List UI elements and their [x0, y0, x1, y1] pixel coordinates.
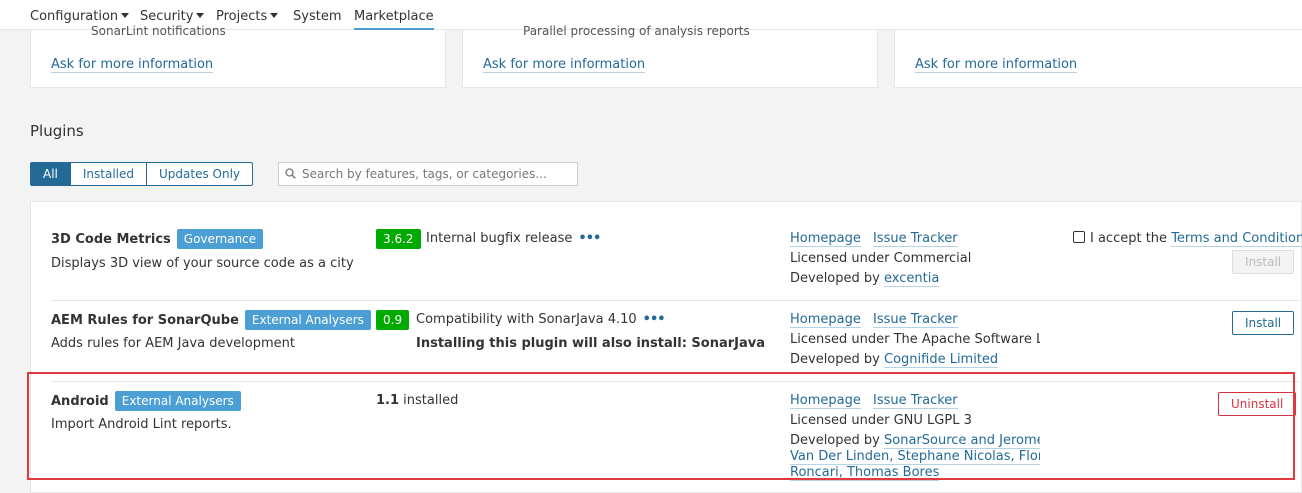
license-text: Licensed under The Apache Software Lic..… — [790, 332, 1040, 347]
plugin-filter-tabs: All Installed Updates Only — [30, 162, 254, 186]
terms-prefix: I accept the — [1090, 231, 1168, 246]
nav-label: Marketplace — [354, 9, 434, 24]
plugin-name-row: AEM Rules for SonarQube External Analyser… — [51, 310, 371, 330]
homepage-link[interactable]: Homepage — [790, 312, 861, 328]
more-icon[interactable]: ••• — [578, 231, 601, 246]
accept-terms-checkbox[interactable] — [1073, 231, 1085, 243]
install-button[interactable]: Install — [1232, 311, 1295, 335]
ask-for-more-information-link[interactable]: Ask for more information — [915, 57, 1078, 73]
plugin-name: 3D Code Metrics — [51, 232, 171, 247]
ask-for-more-information-link[interactable]: Ask for more information — [51, 57, 214, 73]
version-badge: 3.6.2 — [376, 229, 421, 249]
nav-system[interactable]: System — [293, 9, 341, 25]
release-note-text: Compatibility with SonarJava 4.10 — [416, 312, 637, 327]
nav-label: System — [293, 9, 342, 24]
install-dependency-note: Installing this plugin will also install… — [416, 336, 766, 351]
issue-tracker-link[interactable]: Issue Tracker — [873, 312, 958, 328]
plugin-row: 3D Code Metrics Governance Displays 3D vi… — [31, 202, 1302, 300]
developed-by: Developed by Cognifide Limited — [790, 352, 1040, 372]
version-badge: 0.9 — [376, 310, 410, 330]
developed-by-prefix: Developed by — [790, 271, 880, 286]
plugin-description: Adds rules for AEM Java development — [51, 336, 295, 351]
tab-all[interactable]: All — [30, 162, 71, 186]
developer-link[interactable]: excentia — [884, 271, 940, 287]
search-input[interactable] — [302, 165, 572, 183]
caret-down-icon — [270, 13, 279, 18]
plugin-row: AEM Rules for SonarQube External Analyser… — [31, 301, 1302, 381]
category-badge[interactable]: External Analysers — [244, 310, 371, 330]
plugin-meta: Homepage Issue Tracker Licensed under Th… — [790, 312, 1040, 372]
tab-updates-only[interactable]: Updates Only — [146, 162, 254, 186]
plugins-title: Plugins — [30, 122, 84, 140]
feature-text: SonarLint notifications — [91, 24, 226, 38]
terms-acceptance: I accept the Terms and Conditions — [1073, 231, 1302, 247]
caret-down-icon — [121, 13, 130, 18]
plugin-meta: Homepage Issue Tracker Licensed under Co… — [790, 231, 1040, 291]
developer-link[interactable]: Cognifide Limited — [884, 352, 999, 368]
category-badge[interactable]: Governance — [176, 229, 264, 249]
nav-security[interactable]: Security — [140, 9, 205, 25]
install-button[interactable]: Install — [1232, 250, 1295, 274]
highlight-box — [27, 372, 1295, 480]
ask-for-more-information-link[interactable]: Ask for more information — [483, 57, 646, 73]
license-text: Licensed under Commercial — [790, 251, 972, 266]
release-note: Internal bugfix release ••• — [426, 231, 601, 246]
plugin-name: AEM Rules for SonarQube — [51, 313, 239, 328]
caret-down-icon — [196, 13, 205, 18]
tab-installed[interactable]: Installed — [69, 162, 148, 186]
nav-label: Projects — [216, 9, 268, 24]
more-icon[interactable]: ••• — [643, 312, 666, 327]
developed-by-prefix: Developed by — [790, 352, 880, 367]
nav-configuration[interactable]: Configuration — [30, 9, 130, 25]
release-note: Compatibility with SonarJava 4.10 ••• — [416, 312, 666, 327]
feature-card: Parallel processing of analysis reports … — [462, 24, 878, 88]
nav-marketplace[interactable]: Marketplace — [354, 9, 434, 31]
developed-by: Developed by excentia — [790, 271, 1040, 291]
homepage-link[interactable]: Homepage — [790, 231, 861, 247]
nav-projects[interactable]: Projects — [216, 9, 279, 25]
feature-card: SonarLint notifications Ask for more inf… — [30, 24, 446, 88]
plugin-description: Displays 3D view of your source code as … — [51, 256, 354, 271]
plugin-search — [278, 162, 578, 186]
release-note-text: Internal bugfix release — [426, 231, 573, 246]
feature-card: Ask for more information — [894, 30, 1302, 88]
plugin-name-row: 3D Code Metrics Governance — [51, 229, 264, 249]
terms-and-conditions-link[interactable]: Terms and Conditions — [1171, 231, 1302, 247]
nav-label: Security — [140, 9, 194, 24]
issue-tracker-link[interactable]: Issue Tracker — [873, 231, 958, 247]
search-icon — [285, 168, 296, 179]
nav-label: Configuration — [30, 9, 119, 24]
feature-text: Parallel processing of analysis reports — [523, 24, 750, 38]
